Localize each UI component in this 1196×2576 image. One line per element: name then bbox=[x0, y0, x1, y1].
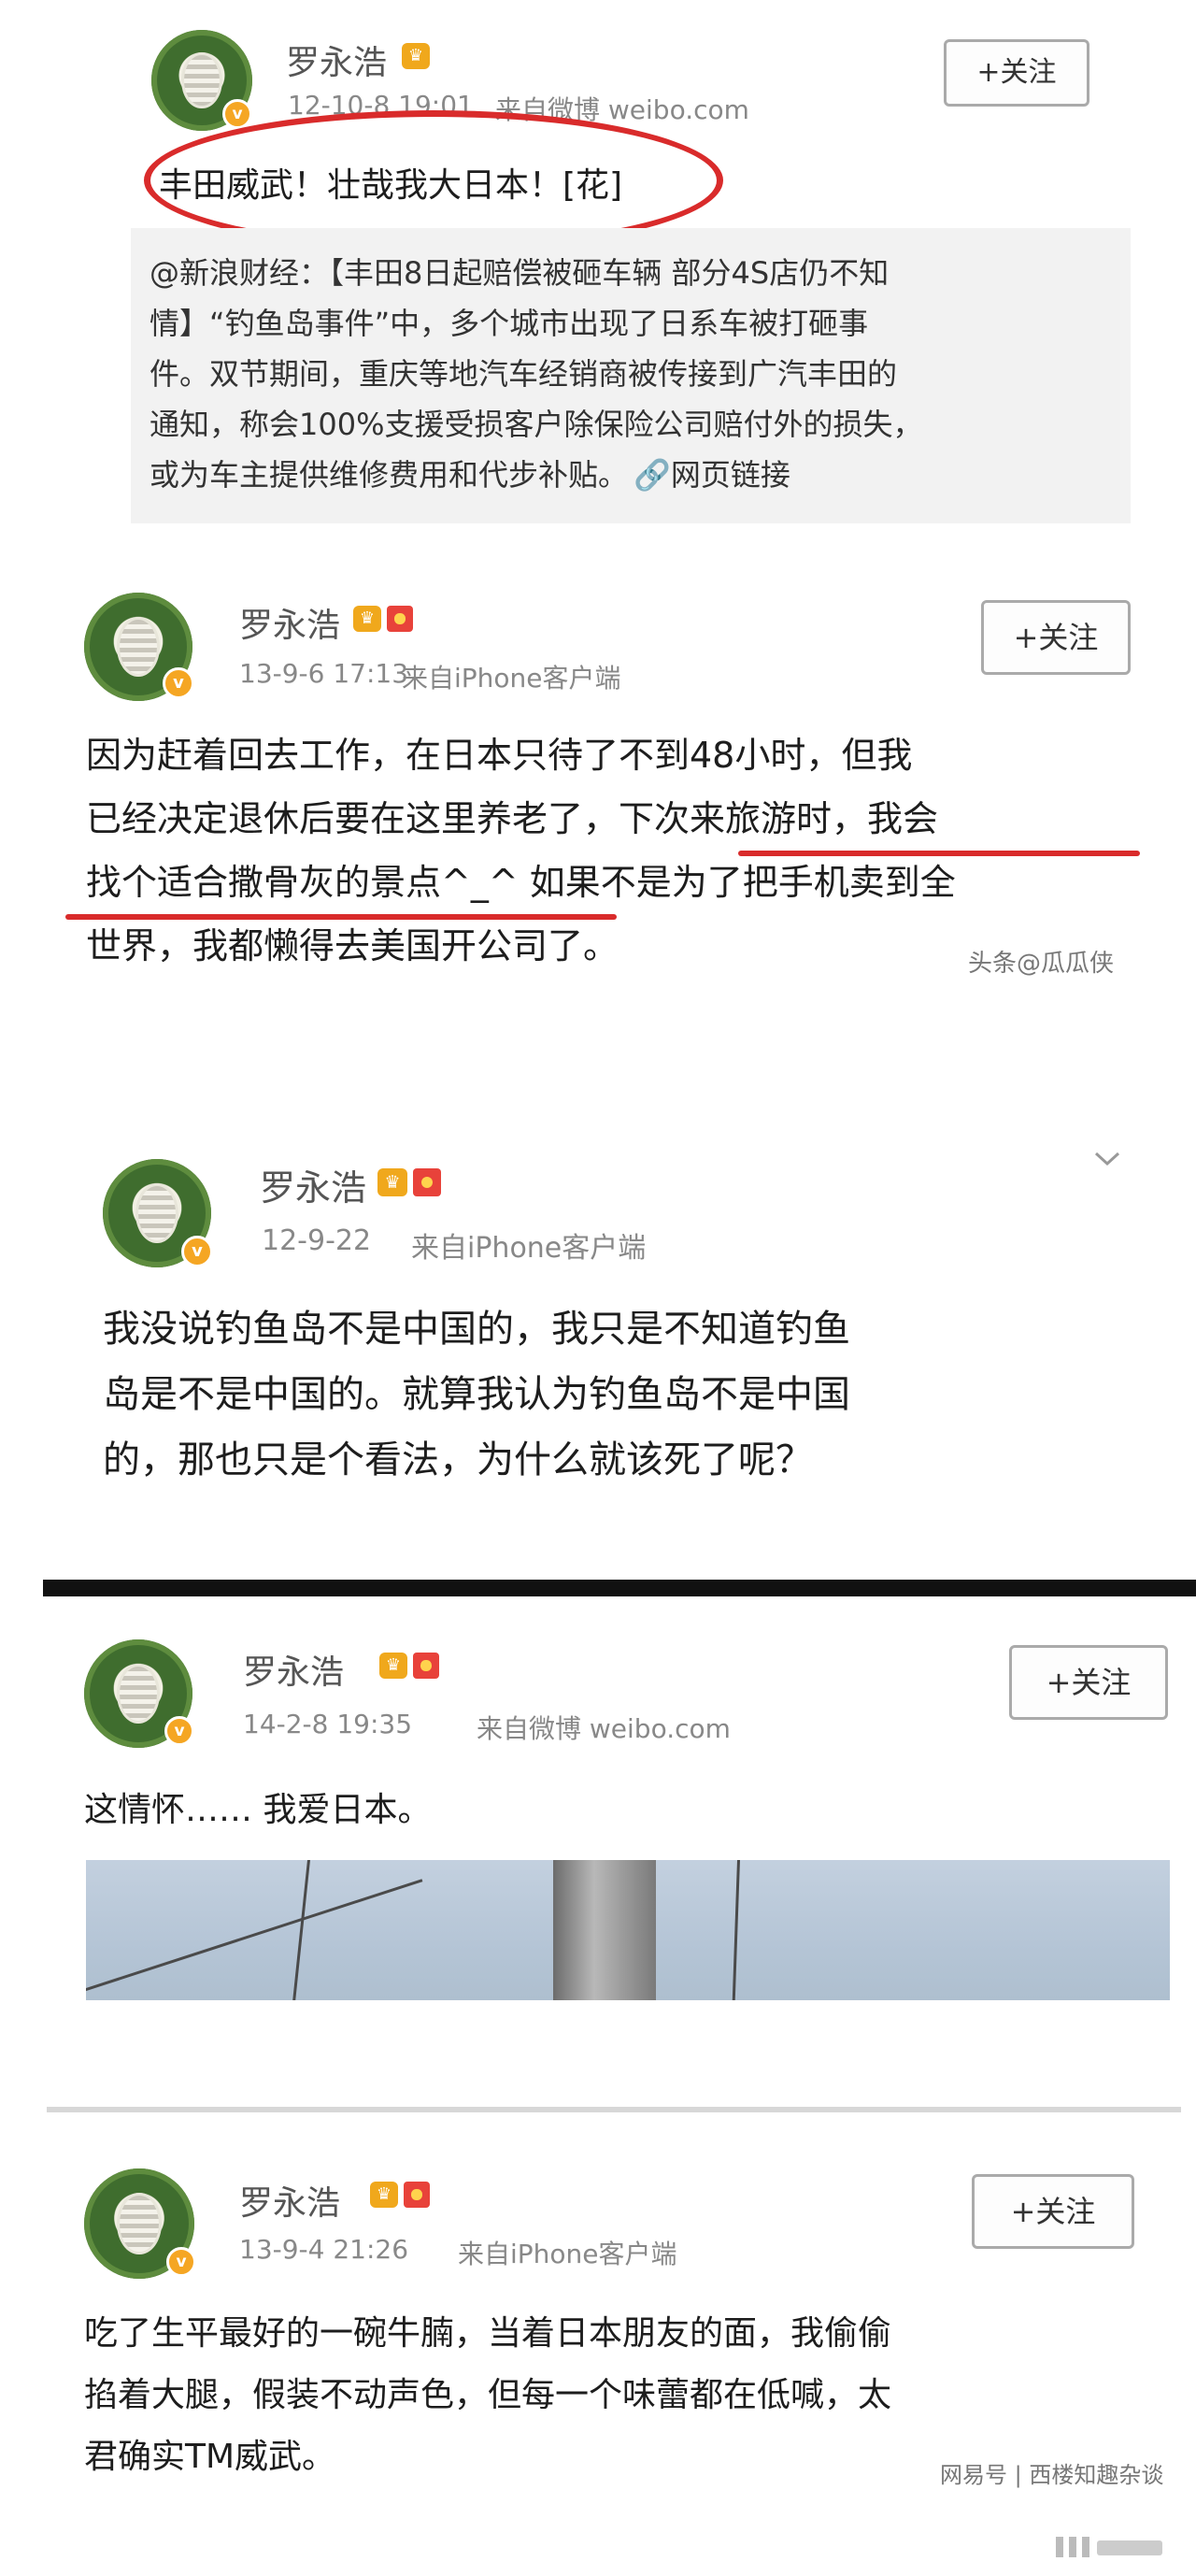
verified-badge-icon: v bbox=[222, 99, 252, 129]
follow-button[interactable]: +关注 bbox=[972, 2174, 1134, 2249]
post-text-line: 掐着大腿，假装不动声色，但每一个味蕾都在低喊，太 bbox=[84, 2376, 892, 2414]
post-source: 来自iPhone客户端 bbox=[402, 663, 621, 694]
post-text-line: 找个适合撒骨灰的景点^_^ 如果不是为了把手机卖到全 bbox=[86, 862, 956, 903]
post-text: 这情怀…… 我爱日本。 bbox=[84, 1791, 432, 1829]
power-line bbox=[86, 1879, 423, 2000]
crown-icon: ♛ bbox=[377, 1168, 407, 1196]
avatar-image bbox=[116, 1663, 161, 1724]
follow-button[interactable]: +关注 bbox=[1009, 1645, 1168, 1720]
crown-icon: ♛ bbox=[353, 606, 381, 632]
web-link[interactable]: 网页链接 bbox=[671, 457, 790, 493]
repost-box: @新浪财经：【丰田8日起赔偿被砸车辆 部分4S店仍不知 情】“钓鱼岛事件”中，多… bbox=[131, 228, 1131, 523]
section-divider bbox=[47, 2107, 1181, 2112]
crown-icon: ♛ bbox=[402, 43, 430, 69]
red-packet-icon bbox=[413, 1168, 441, 1196]
follow-button[interactable]: +关注 bbox=[981, 600, 1131, 675]
repost-line: 通知，称会100%支援受损客户除保险公司赔付外的损失， bbox=[150, 407, 923, 442]
weibo-post-4: v 罗永浩 ♛ 14-2-8 19:35 来自微博 weibo.com +关注 … bbox=[65, 1598, 1187, 2084]
username[interactable]: 罗永浩 bbox=[286, 36, 387, 84]
avatar-image bbox=[181, 51, 222, 109]
post-text-line: 吃了生平最好的一碗牛腩，当着日本朋友的面，我偷偷 bbox=[84, 2314, 892, 2353]
post-source: 来自iPhone客户端 bbox=[458, 2239, 677, 2269]
avatar-image bbox=[117, 2192, 162, 2255]
post-text-line: 岛是不是中国的。就算我认为钓鱼岛不是中国 bbox=[103, 1373, 850, 1416]
username[interactable]: 罗永浩 bbox=[239, 2176, 340, 2225]
post-text-line: 世界，我都懒得去美国开公司了。 bbox=[86, 925, 619, 966]
verified-badge-icon: v bbox=[164, 1716, 194, 1746]
post-time: 14-2-8 19:35 bbox=[243, 1709, 413, 1739]
repost-text: 或为车主提供维修费用和代步补贴。 bbox=[150, 457, 629, 493]
follow-button[interactable]: +关注 bbox=[944, 39, 1089, 107]
power-line bbox=[732, 1860, 740, 2000]
red-packet-icon bbox=[413, 1653, 439, 1679]
watermark: 网易号 | 西楼知趣杂谈 bbox=[940, 2462, 1164, 2488]
chevron-down-icon[interactable] bbox=[1093, 1150, 1121, 1178]
post-time: 13-9-6 17:13 bbox=[239, 658, 409, 689]
avatar-image bbox=[135, 1182, 179, 1244]
avatar-image bbox=[116, 616, 161, 678]
repost-line: @新浪财经：【丰田8日起赔偿被砸车辆 部分4S店仍不知 bbox=[150, 255, 890, 291]
link-icon: 🔗 bbox=[634, 457, 671, 493]
verified-badge-icon: v bbox=[181, 1236, 213, 1267]
red-underline bbox=[738, 851, 1140, 856]
red-packet-icon bbox=[404, 2182, 430, 2208]
tower-structure bbox=[553, 1860, 656, 2000]
post-time: 13-9-4 21:26 bbox=[239, 2234, 409, 2265]
red-packet-icon bbox=[387, 606, 413, 632]
corner-logo-icon bbox=[1056, 2535, 1168, 2559]
post-source: 来自iPhone客户端 bbox=[411, 1232, 647, 1265]
repost-line: 件。双节期间，重庆等地汽车经销商被传接到广汽丰田的 bbox=[150, 356, 898, 392]
post-text-line: 已经决定退休后要在这里养老了，下次来旅游时，我会 bbox=[86, 798, 939, 839]
weibo-post-1: v 罗永浩 ♛ 12-10-8 19:01 来自微博 weibo.com +关注… bbox=[131, 0, 1131, 523]
username[interactable]: 罗永浩 bbox=[260, 1159, 366, 1210]
post-text-line: 君确实TM威武。 bbox=[84, 2438, 336, 2476]
weibo-post-3: v 罗永浩 ♛ 12-9-22 来自iPhone客户端 我没说钓鱼岛不是中国的，… bbox=[75, 1122, 1149, 1533]
power-line bbox=[291, 1860, 310, 2000]
weibo-post-2: v 罗永浩 ♛ 13-9-6 17:13 来自iPhone客户端 +关注 因为赶… bbox=[65, 561, 1149, 991]
post-text-line: 因为赶着回去工作，在日本只待了不到48小时，但我 bbox=[86, 735, 913, 776]
post-time: 12-9-22 bbox=[262, 1224, 372, 1257]
post-text-line: 我没说钓鱼岛不是中国的，我只是不知道钓鱼 bbox=[103, 1308, 850, 1351]
watermark: 头条@瓜瓜侠 bbox=[968, 950, 1115, 978]
username[interactable]: 罗永浩 bbox=[239, 598, 340, 647]
username[interactable]: 罗永浩 bbox=[243, 1645, 344, 1694]
verified-badge-icon: v bbox=[163, 667, 194, 699]
verified-badge-icon: v bbox=[166, 2247, 196, 2277]
section-divider bbox=[43, 1580, 1196, 1596]
repost-line: 或为车主提供维修费用和代步补贴。 🔗网页链接 bbox=[150, 452, 790, 497]
post-photo[interactable] bbox=[86, 1860, 1170, 2000]
repost-line: 情】“钓鱼岛事件”中，多个城市出现了日系车被打砸事 bbox=[150, 306, 869, 341]
post-source: 来自微博 weibo.com bbox=[477, 1713, 731, 1744]
weibo-post-5: v 罗永浩 ♛ 13-9-4 21:26 来自iPhone客户端 +关注 吃了生… bbox=[65, 2140, 1187, 2552]
crown-icon: ♛ bbox=[379, 1653, 407, 1679]
red-underline bbox=[65, 914, 617, 920]
crown-icon: ♛ bbox=[370, 2182, 398, 2208]
post-text-line: 的，那也只是个看法，为什么就该死了呢？ bbox=[103, 1438, 813, 1481]
